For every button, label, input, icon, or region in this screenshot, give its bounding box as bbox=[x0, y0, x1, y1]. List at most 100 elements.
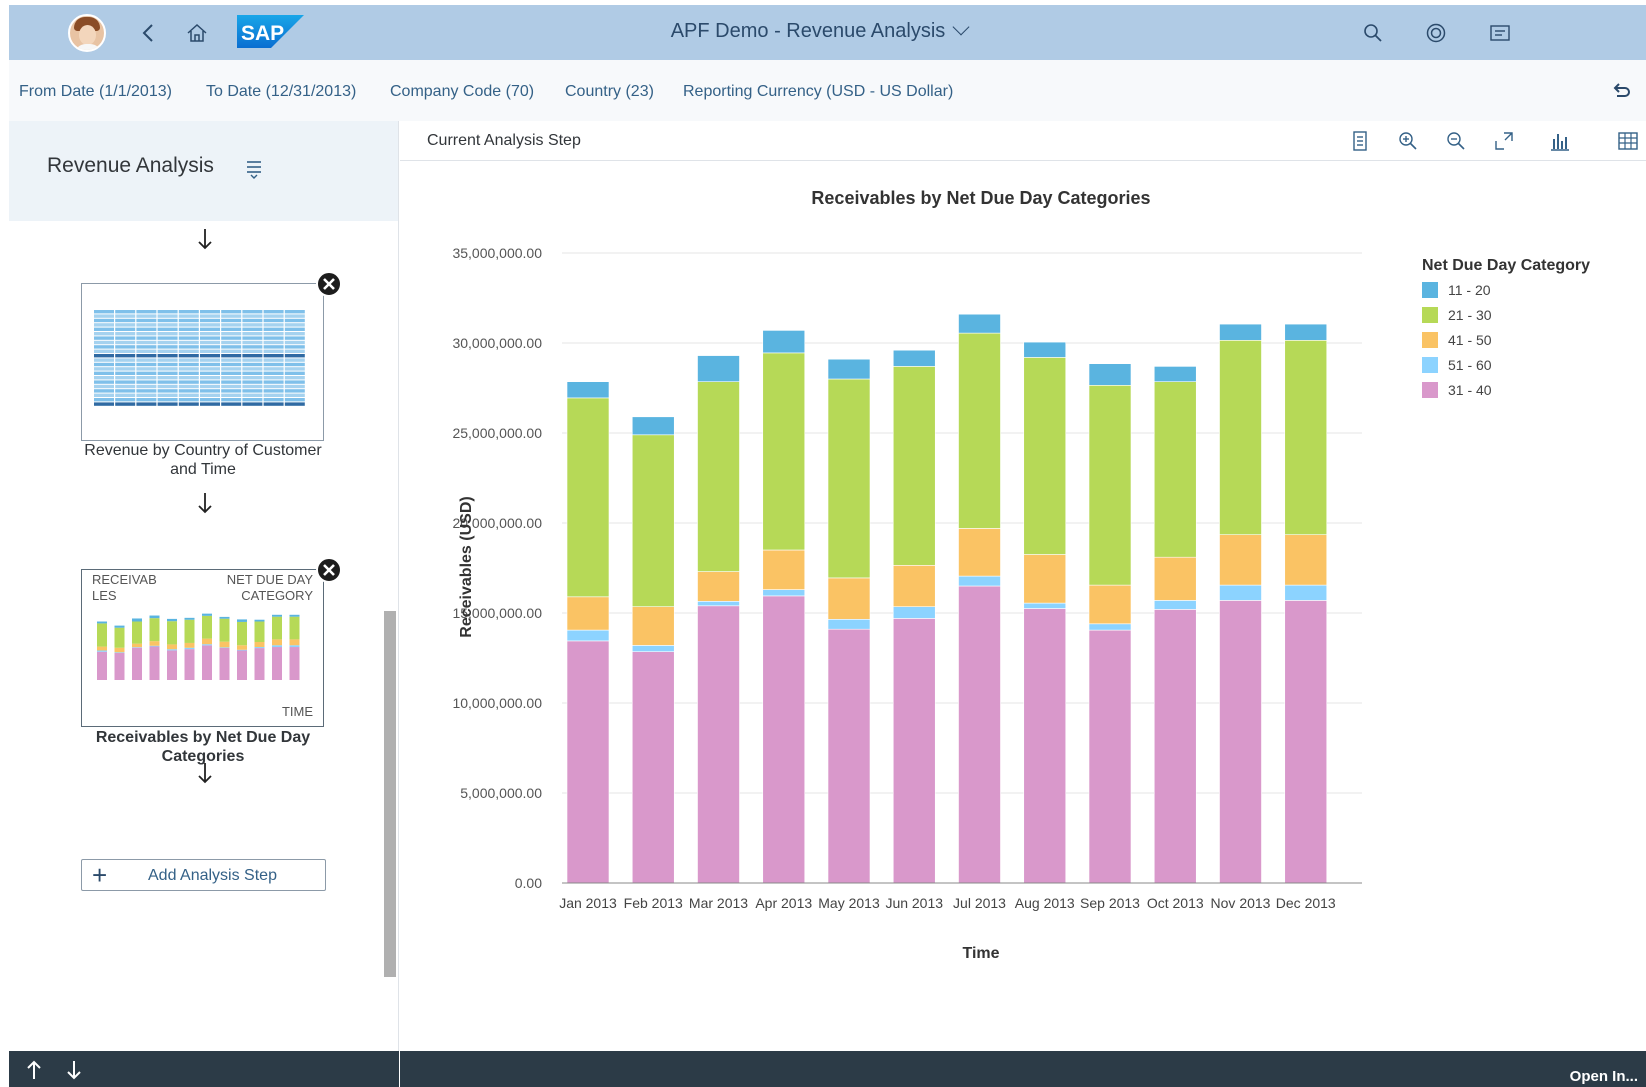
bar-segment[interactable] bbox=[958, 575, 1001, 587]
bar-segment[interactable] bbox=[1088, 363, 1132, 386]
bar-segment[interactable] bbox=[762, 352, 806, 551]
table-view-icon[interactable] bbox=[1616, 129, 1640, 153]
filter-to-date[interactable]: To Date (12/31/2013) bbox=[206, 83, 356, 101]
legend-label[interactable]: 21 - 30 bbox=[1448, 307, 1492, 323]
bar-segment[interactable] bbox=[697, 600, 740, 607]
bar-segment[interactable] bbox=[827, 618, 871, 630]
bar-segment[interactable] bbox=[1219, 323, 1262, 341]
bar-segment[interactable] bbox=[1219, 340, 1262, 535]
bar-segment[interactable] bbox=[1153, 556, 1197, 601]
chart-view-icon[interactable] bbox=[1548, 129, 1572, 153]
analysis-step-card-selected[interactable]: RECEIVAB LES NET DUE DAY CATEGORY TIME bbox=[81, 569, 324, 727]
bar-segment[interactable] bbox=[566, 640, 610, 884]
legend-label[interactable]: 51 - 60 bbox=[1448, 357, 1492, 373]
bar-segment[interactable] bbox=[566, 381, 610, 399]
bar-segment[interactable] bbox=[1153, 381, 1197, 558]
bar-segment[interactable] bbox=[631, 645, 675, 652]
bar-segment[interactable] bbox=[892, 349, 936, 367]
search-button[interactable] bbox=[1357, 17, 1389, 49]
bar-segment[interactable] bbox=[1088, 385, 1132, 586]
bar-segment[interactable] bbox=[958, 528, 1001, 577]
bar-segment[interactable] bbox=[1284, 340, 1328, 535]
app-title-menu[interactable]: APF Demo - Revenue Analysis bbox=[609, 18, 1029, 43]
legend-label[interactable]: 41 - 50 bbox=[1448, 332, 1492, 348]
bar-segment[interactable] bbox=[762, 549, 806, 590]
filter-reporting-currency[interactable]: Reporting Currency (USD - US Dollar) bbox=[683, 83, 953, 101]
bar-segment[interactable] bbox=[762, 330, 806, 354]
bar-segment[interactable] bbox=[1153, 366, 1197, 382]
bar-segment[interactable] bbox=[1284, 323, 1328, 341]
bar-segment[interactable] bbox=[631, 606, 675, 646]
bar-segment[interactable] bbox=[892, 606, 936, 619]
bar-segment[interactable] bbox=[827, 358, 871, 380]
bar-segment[interactable] bbox=[631, 416, 675, 436]
bar-segment[interactable] bbox=[892, 366, 936, 566]
arrow-down-icon[interactable] bbox=[63, 1059, 85, 1081]
open-in-button[interactable]: Open In... bbox=[1570, 1068, 1638, 1085]
bar-segment[interactable] bbox=[1153, 600, 1197, 610]
reset-icon[interactable] bbox=[1610, 81, 1632, 103]
analysis-step-card[interactable] bbox=[81, 283, 324, 441]
filter-from-date[interactable]: From Date (1/1/2013) bbox=[19, 83, 172, 101]
bar-segment[interactable] bbox=[1023, 608, 1067, 884]
back-button[interactable] bbox=[133, 17, 165, 49]
thumb-bar-segment bbox=[237, 645, 247, 650]
bar-segment[interactable] bbox=[1284, 584, 1328, 601]
thumb-table-cell bbox=[94, 336, 114, 340]
bar-segment[interactable] bbox=[1088, 629, 1132, 884]
bar-segment[interactable] bbox=[697, 381, 740, 572]
filter-country[interactable]: Country (23) bbox=[565, 83, 654, 101]
bar-segment[interactable] bbox=[827, 378, 871, 579]
home-button[interactable] bbox=[181, 17, 213, 49]
notifications-button[interactable] bbox=[1484, 17, 1516, 49]
bar-segment[interactable] bbox=[631, 651, 675, 884]
bar-segment[interactable] bbox=[1219, 600, 1262, 884]
legend-label[interactable]: 11 - 20 bbox=[1448, 282, 1491, 298]
bar-segment[interactable] bbox=[762, 589, 806, 597]
bar-segment[interactable] bbox=[1023, 341, 1067, 358]
bar-segment[interactable] bbox=[1088, 623, 1132, 631]
thumb-table-cell bbox=[242, 354, 263, 358]
bar-segment[interactable] bbox=[566, 629, 610, 642]
bar-segment[interactable] bbox=[566, 397, 610, 598]
bar-segment[interactable] bbox=[827, 628, 871, 884]
bar-segment[interactable] bbox=[958, 313, 1001, 334]
bar-segment[interactable] bbox=[1153, 609, 1197, 884]
panel-scrollbar[interactable] bbox=[384, 611, 396, 977]
user-avatar[interactable] bbox=[68, 14, 106, 52]
bar-segment[interactable] bbox=[1219, 534, 1262, 586]
bar-segment[interactable] bbox=[1023, 602, 1067, 609]
thumb-table-cell bbox=[115, 354, 136, 358]
remove-step-button[interactable] bbox=[316, 271, 342, 297]
zoom-out-icon[interactable] bbox=[1444, 129, 1468, 153]
bar-segment[interactable] bbox=[892, 618, 936, 884]
filter-company-code[interactable]: Company Code (70) bbox=[390, 83, 534, 101]
bar-segment[interactable] bbox=[1088, 584, 1132, 625]
add-analysis-step-button[interactable]: + Add Analysis Step bbox=[81, 859, 326, 891]
bar-segment[interactable] bbox=[1284, 534, 1328, 586]
bar-segment[interactable] bbox=[762, 595, 806, 884]
bar-segment[interactable] bbox=[697, 355, 740, 383]
bar-segment[interactable] bbox=[1023, 357, 1067, 555]
copilot-button[interactable] bbox=[1420, 17, 1452, 49]
bar-segment[interactable] bbox=[958, 332, 1001, 529]
bar-segment[interactable] bbox=[892, 564, 936, 607]
bar-segment[interactable] bbox=[697, 571, 740, 602]
fullscreen-icon[interactable] bbox=[1492, 129, 1516, 153]
zoom-in-icon[interactable] bbox=[1396, 129, 1420, 153]
bar-segment[interactable] bbox=[566, 596, 610, 631]
bar-segment[interactable] bbox=[631, 434, 675, 607]
bar-segment[interactable] bbox=[958, 585, 1001, 884]
path-menu-icon[interactable] bbox=[245, 157, 263, 179]
bar-segment[interactable] bbox=[1023, 554, 1067, 604]
thumb-bar-segment bbox=[272, 639, 282, 646]
bar-segment[interactable] bbox=[1219, 584, 1262, 601]
arrow-up-icon[interactable] bbox=[23, 1059, 45, 1081]
remove-step-button[interactable] bbox=[316, 557, 342, 583]
thumb-table-cell bbox=[221, 367, 242, 371]
legend-toggle-icon[interactable] bbox=[1348, 129, 1372, 153]
legend-label[interactable]: 31 - 40 bbox=[1448, 382, 1492, 398]
bar-segment[interactable] bbox=[697, 605, 740, 884]
bar-segment[interactable] bbox=[827, 577, 871, 620]
bar-segment[interactable] bbox=[1284, 600, 1328, 884]
